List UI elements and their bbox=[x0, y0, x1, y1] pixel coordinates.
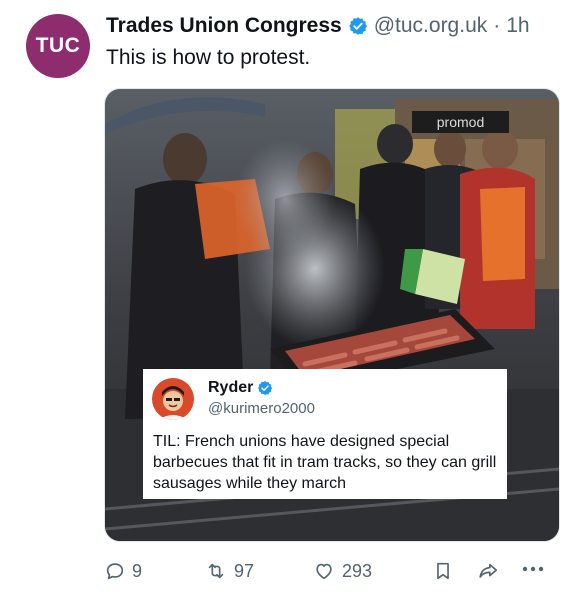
account-avatar[interactable]: TUC bbox=[26, 14, 90, 78]
repost-icon bbox=[208, 563, 224, 579]
reply-button[interactable]: 9 bbox=[104, 560, 142, 582]
more-dots-icon bbox=[522, 566, 544, 572]
timestamp[interactable]: 1h bbox=[506, 14, 529, 38]
quoted-handle: @kurimero2000 bbox=[208, 400, 315, 417]
repost-button[interactable]: 97 bbox=[204, 560, 254, 582]
account-handle[interactable]: @tuc.org.uk bbox=[374, 14, 488, 38]
heart-icon bbox=[316, 563, 332, 580]
action-bar: 9 97 293 bbox=[100, 556, 560, 590]
quoted-display-name: Ryder bbox=[208, 379, 273, 397]
like-count: 293 bbox=[342, 560, 373, 581]
repost-count: 97 bbox=[234, 560, 255, 581]
more-options-button[interactable] bbox=[520, 558, 552, 580]
quoted-text: TIL: French unions have designed special… bbox=[153, 433, 497, 492]
tweet-text: This is how to protest. bbox=[106, 46, 311, 69]
like-button[interactable]: 293 bbox=[312, 560, 372, 582]
quoted-post-card: Ryder @kurimero2000 TIL: French unions h… bbox=[143, 369, 507, 499]
verified-badge-icon bbox=[348, 16, 368, 36]
share-button[interactable] bbox=[476, 560, 506, 582]
storefront-sign: promod bbox=[412, 111, 509, 133]
reply-icon bbox=[106, 563, 124, 580]
quoted-avatar bbox=[152, 378, 194, 420]
share-arrow-icon bbox=[479, 563, 498, 578]
bookmark-icon bbox=[437, 562, 449, 580]
separator-dot: · bbox=[493, 14, 501, 37]
avatar-text: TUC bbox=[35, 34, 81, 57]
quoted-name-text: Ryder bbox=[208, 379, 254, 396]
bookmark-button[interactable] bbox=[432, 560, 460, 582]
display-name[interactable]: Trades Union Congress bbox=[106, 14, 342, 38]
reply-count: 9 bbox=[132, 560, 143, 581]
quoted-verified-icon bbox=[257, 380, 273, 396]
tweet-header: Trades Union Congress @tuc.org.uk · 1h bbox=[106, 12, 560, 40]
